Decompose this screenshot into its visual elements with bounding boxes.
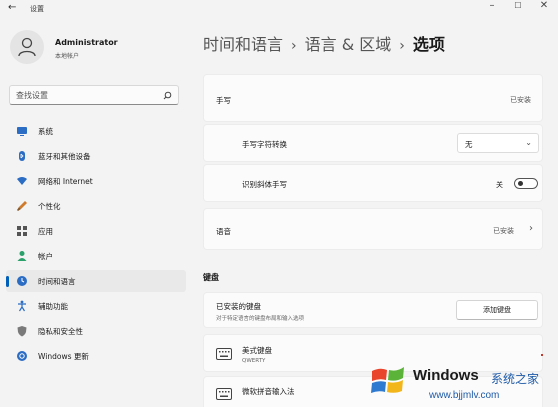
- globe-clock-icon: [17, 276, 27, 286]
- breadcrumb-separator: ›: [399, 38, 405, 54]
- keyboard-icon: [216, 348, 232, 360]
- keyboard-name: 微软拼音输入法: [242, 387, 295, 396]
- person-icon: [18, 37, 36, 57]
- sidebar-item-label: 蓝牙和其他设备: [38, 152, 91, 161]
- sidebar-item-label: 系统: [38, 127, 53, 136]
- sidebar-item-label: 帐户: [38, 252, 53, 261]
- wifi-icon: [17, 177, 27, 185]
- handwriting-font-row: 手写字符转换 无 ⌄: [203, 124, 543, 162]
- sidebar-item-personalization[interactable]: 个性化: [6, 195, 186, 217]
- breadcrumb-separator: ›: [291, 38, 297, 54]
- chevron-down-icon: ⌄: [525, 138, 532, 147]
- content-area: 手写 已安装 手写字符转换 无 ⌄ 识别斜体手写 关 语音 已安装 › 键盘 已…: [203, 62, 543, 407]
- back-button[interactable]: ←: [8, 2, 16, 13]
- italic-handwriting-toggle[interactable]: [514, 178, 538, 189]
- sidebar-item-bluetooth[interactable]: 蓝牙和其他设备: [6, 145, 186, 167]
- sidebar-item-accounts[interactable]: 帐户: [6, 245, 186, 267]
- speech-label: 语音: [216, 227, 231, 236]
- update-icon: [17, 351, 27, 361]
- accessibility-icon: [18, 300, 26, 312]
- bluetooth-icon: [19, 151, 25, 161]
- active-indicator: [6, 276, 9, 287]
- add-keyboard-button[interactable]: 添加键盘: [456, 300, 538, 320]
- sidebar-item-time-language[interactable]: 时间和语言: [6, 270, 186, 292]
- keyboard-icon: [216, 388, 232, 400]
- breadcrumb: 时间和语言 › 语言 & 区域 › 选项: [203, 31, 445, 55]
- sidebar-item-label: 时间和语言: [38, 277, 76, 286]
- sidebar-item-label: 网络和 Internet: [38, 177, 93, 186]
- page-title: 选项: [412, 35, 445, 54]
- apps-icon: [17, 226, 27, 236]
- sidebar-item-accessibility[interactable]: 辅助功能: [6, 295, 186, 317]
- italic-handwriting-row: 识别斜体手写 关: [203, 164, 543, 202]
- toggle-knob: [518, 181, 523, 186]
- toggle-state-label: 关: [496, 181, 503, 189]
- shield-icon: [17, 326, 27, 337]
- window-title: 设置: [30, 5, 44, 13]
- installed-keyboards-row: 已安装的键盘 对于特定语言的键盘布局和输入选项 添加键盘: [203, 292, 543, 328]
- breadcrumb-language-region[interactable]: 语言 & 区域: [305, 35, 392, 54]
- brush-icon: [17, 201, 27, 211]
- installed-keyboards-label: 已安装的键盘: [216, 302, 261, 311]
- search-icon: [163, 91, 172, 100]
- breadcrumb-time-language[interactable]: 时间和语言: [203, 35, 283, 54]
- avatar[interactable]: [10, 30, 44, 64]
- chevron-right-icon: ›: [529, 223, 533, 234]
- handwriting-label: 手写: [216, 96, 231, 105]
- person-icon: [17, 251, 27, 261]
- handwriting-font-label: 手写字符转换: [242, 140, 287, 149]
- watermark-url: www.bjjmlv.com: [429, 390, 500, 401]
- handwriting-card[interactable]: 手写 已安装: [203, 74, 543, 122]
- close-button[interactable]: ✕: [534, 0, 554, 11]
- overflow-indicator: [541, 354, 543, 356]
- keyboard-layout: QWERTY: [242, 358, 266, 364]
- speech-card[interactable]: 语音 已安装 ›: [203, 208, 543, 250]
- user-name: Administrator: [55, 38, 118, 47]
- watermark-brand-cn: 系统之家: [491, 372, 540, 386]
- sidebar-item-label: 应用: [38, 227, 53, 236]
- monitor-icon: [17, 127, 27, 136]
- handwriting-status: 已安装: [510, 96, 531, 104]
- keyboard-name: 美式键盘: [242, 346, 272, 355]
- italic-handwriting-label: 识别斜体手写: [242, 180, 287, 189]
- watermark: Windows 系统之家 www.bjjmlv.com: [363, 357, 558, 407]
- sidebar-item-label: Windows 更新: [38, 352, 89, 361]
- sidebar-item-privacy[interactable]: 隐私和安全性: [6, 320, 186, 342]
- sidebar-item-label: 辅助功能: [38, 302, 68, 311]
- sidebar-item-label: 隐私和安全性: [38, 327, 83, 336]
- speech-status: 已安装: [493, 227, 514, 235]
- maximize-button[interactable]: ☐: [508, 1, 528, 10]
- search-input[interactable]: 查找设置: [9, 85, 179, 105]
- select-value: 无: [465, 140, 473, 149]
- keyboards-section-title: 键盘: [203, 273, 219, 282]
- title-bar: ← 设置 – ☐ ✕: [0, 0, 558, 20]
- handwriting-font-select[interactable]: 无 ⌄: [457, 133, 539, 153]
- sidebar-item-windows-update[interactable]: Windows 更新: [6, 345, 186, 367]
- sidebar-item-network[interactable]: 网络和 Internet: [6, 170, 186, 192]
- search-placeholder: 查找设置: [16, 91, 48, 100]
- minimize-button[interactable]: –: [482, 0, 502, 11]
- windows-logo-icon: [371, 367, 404, 393]
- sidebar-item-apps[interactable]: 应用: [6, 220, 186, 242]
- installed-keyboards-desc: 对于特定语言的键盘布局和输入选项: [216, 316, 305, 322]
- sidebar-item-label: 个性化: [38, 202, 61, 211]
- watermark-brand: Windows: [413, 367, 479, 384]
- sidebar-item-system[interactable]: 系统: [6, 120, 186, 142]
- account-type: 本地帐户: [55, 53, 80, 60]
